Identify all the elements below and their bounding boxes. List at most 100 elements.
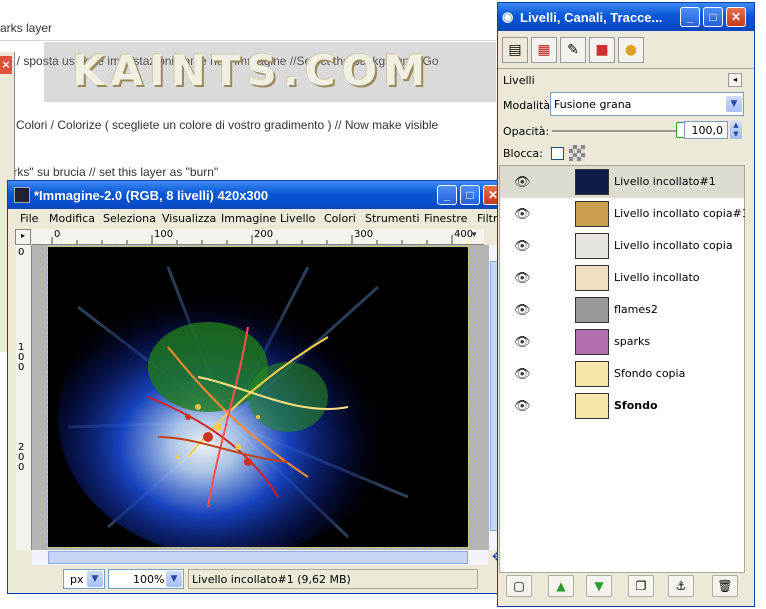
eye-icon[interactable]: 👁	[514, 303, 531, 318]
layer-row[interactable]: 👁 Sfondo	[500, 390, 744, 422]
eye-icon[interactable]: 👁	[514, 399, 531, 414]
status-field: Livello incollato#1 (9,62 MB)	[188, 569, 478, 589]
chain-toggle[interactable]	[540, 302, 556, 318]
chain-toggle[interactable]	[540, 366, 556, 382]
minimize-button[interactable]: _	[680, 7, 700, 27]
horizontal-scrollbar[interactable]	[32, 550, 488, 565]
layer-row[interactable]: 👁 Sfondo copia	[500, 358, 744, 390]
ruler-label: 100	[154, 229, 174, 240]
duplicate-layer-button[interactable]: ❐	[628, 575, 654, 597]
chain-toggle[interactable]	[540, 174, 556, 190]
layer-thumbnail	[575, 201, 609, 227]
anchor-layer-button[interactable]: ⚓	[668, 575, 694, 597]
layer-row[interactable]: 👁 Livello incollato	[500, 262, 744, 294]
layer-row[interactable]: 👁 Livello incollato copia#1	[500, 198, 749, 230]
minimize-button[interactable]: _	[437, 185, 457, 205]
menu-visualizza[interactable]: Visualizza	[162, 212, 216, 225]
layer-thumbnail	[575, 265, 609, 291]
menu-strumenti[interactable]: Strumenti	[365, 212, 420, 225]
navigate-icon[interactable]: ▾	[472, 230, 477, 240]
chevron-down-icon: ▼	[87, 571, 103, 587]
chain-toggle[interactable]	[540, 398, 556, 414]
menu-seleziona[interactable]: Seleziona	[103, 212, 156, 225]
menu-bar: File Modifica Seleziona Visualizza Immag…	[8, 209, 506, 229]
chain-toggle[interactable]	[540, 206, 556, 222]
new-layer-button[interactable]: ▢	[506, 575, 532, 597]
image-canvas-area[interactable]	[32, 245, 492, 550]
eye-icon[interactable]: 👁	[514, 271, 531, 286]
panel-menu-icon[interactable]: ◂	[728, 73, 742, 87]
layer-row[interactable]: 👁 Livello incollato#1	[500, 166, 744, 198]
layer-name: Sfondo	[614, 399, 658, 412]
close-icon[interactable]: ×	[0, 56, 12, 74]
chain-toggle[interactable]	[540, 334, 556, 350]
menu-file[interactable]: File	[20, 212, 38, 225]
layer-name: Sfondo copia	[614, 367, 686, 380]
dock-titlebar[interactable]: ◉ Livelli, Canali, Tracce... _ □ ✕	[498, 3, 754, 31]
eye-icon[interactable]: 👁	[514, 207, 531, 222]
eye-icon[interactable]: 👁	[514, 335, 531, 350]
status-bar: px ▼ 100% ▼ Livello incollato#1 (9,62 MB)	[8, 566, 506, 592]
unit-select[interactable]: px ▼	[63, 569, 105, 589]
zoom-select[interactable]: 100% ▼	[108, 569, 184, 589]
ruler-label: 200	[254, 229, 274, 240]
eye-icon[interactable]: 👁	[514, 175, 531, 190]
ruler-label: 0	[18, 247, 25, 258]
tutorial-line: su Colori / Colorize ( scegliete un colo…	[0, 118, 439, 132]
mode-label: Modalità:	[503, 99, 554, 112]
checkerboard-icon	[569, 145, 585, 161]
chevron-down-icon: ▼	[166, 571, 182, 587]
lock-alpha-checkbox[interactable]	[551, 147, 564, 160]
opacity-spinner[interactable]: 100,0	[684, 121, 728, 139]
undo-history-tab-icon[interactable]: ●	[618, 37, 644, 63]
list-scroll-gutter	[745, 165, 753, 573]
menu-immagine[interactable]: Immagine	[221, 212, 276, 225]
layer-row[interactable]: 👁 flames2	[500, 294, 744, 326]
layer-thumbnail	[575, 297, 609, 323]
window-title: *Immagine-2.0 (RGB, 8 livelli) 420x300	[34, 188, 269, 203]
layer-name: Livello incollato#1	[614, 175, 716, 188]
mode-select[interactable]: Fusione grana ▼	[550, 92, 744, 116]
channels-tab-icon[interactable]: ▦	[531, 37, 557, 63]
layers-dock: ◉ Livelli, Canali, Tracce... _ □ ✕ ▤ ▦ ✎…	[497, 2, 755, 607]
layer-row[interactable]: 👁 Livello incollato copia	[500, 230, 744, 262]
scroll-thumb[interactable]	[48, 551, 468, 564]
maximize-button[interactable]: □	[460, 185, 480, 205]
layer-row[interactable]: 👁 sparks	[500, 326, 744, 358]
quick-mask-corner-icon[interactable]: ▸	[15, 229, 31, 245]
menu-finestre[interactable]: Finestre	[424, 212, 467, 225]
layer-thumbnail	[575, 329, 609, 355]
raise-layer-button[interactable]: ▲	[548, 575, 574, 597]
close-button[interactable]: ✕	[726, 7, 746, 27]
colormap-tab-icon[interactable]: ■	[589, 37, 615, 63]
menu-colori[interactable]: Colori	[324, 212, 356, 225]
layer-name: flames2	[614, 303, 658, 316]
dock-title: Livelli, Canali, Tracce...	[520, 10, 663, 25]
paths-tab-icon[interactable]: ✎	[560, 37, 586, 63]
menu-modifica[interactable]: Modifica	[49, 212, 95, 225]
lower-layer-button[interactable]: ▼	[586, 575, 612, 597]
maximize-button[interactable]: □	[703, 7, 723, 27]
divider	[0, 40, 498, 41]
panel-label: Livelli	[503, 74, 535, 87]
image-canvas[interactable]	[47, 246, 469, 548]
eye-icon[interactable]: 👁	[514, 367, 531, 382]
menu-livello[interactable]: Livello	[280, 212, 315, 225]
horizontal-ruler: 0 100 200 300 400 ▾	[32, 229, 484, 245]
artwork-burst	[48, 247, 468, 547]
layers-tab-icon[interactable]: ▤	[502, 37, 528, 63]
ruler-label: 0	[54, 229, 61, 240]
chain-toggle[interactable]	[540, 238, 556, 254]
image-window-titlebar[interactable]: *Immagine-2.0 (RGB, 8 livelli) 420x300 _…	[8, 181, 506, 209]
opacity-slider-track[interactable]	[552, 130, 680, 132]
ruler-label: 400	[454, 229, 474, 240]
delete-layer-button[interactable]: 🗑	[712, 575, 738, 597]
tutorial-line: parks" su brucia // set this layer as "b…	[0, 165, 219, 179]
vertical-ruler: 0 100 200	[16, 245, 32, 550]
eye-icon[interactable]: 👁	[514, 239, 531, 254]
ruler-label: 300	[354, 229, 374, 240]
spinner-arrows-icon[interactable]: ▲ ▼	[730, 121, 742, 139]
layers-list[interactable]: 👁 Livello incollato#1 👁 Livello incollato c…	[499, 165, 749, 573]
ruler-label: 200	[18, 442, 25, 473]
chain-toggle[interactable]	[540, 270, 556, 286]
